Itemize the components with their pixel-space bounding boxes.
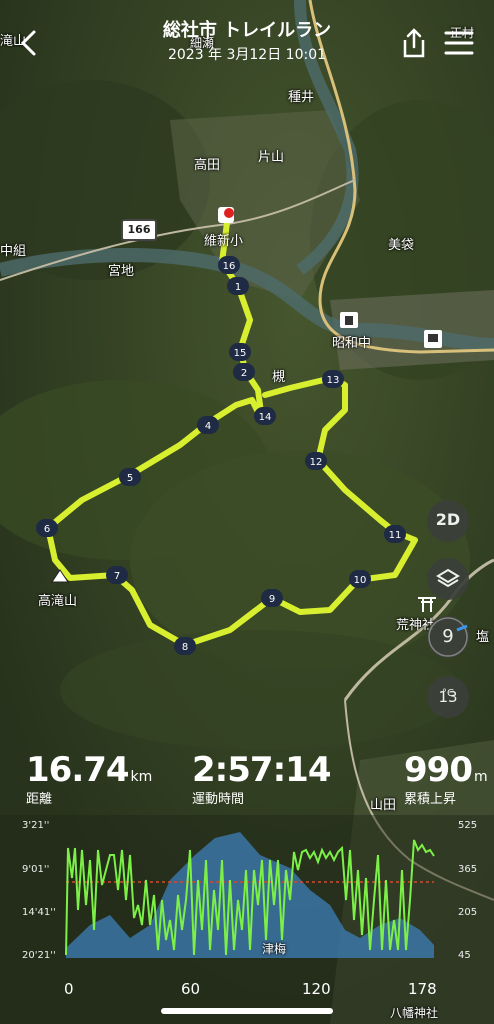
x-axis-tick: 0 (64, 980, 74, 998)
svg-text:15: 15 (234, 348, 247, 359)
svg-text:10: 10 (354, 575, 367, 586)
x-axis-tick: 120 (302, 980, 331, 998)
elevation-stat: 990 m 累積上昇 (404, 750, 488, 810)
elevation-value: 990 (404, 750, 473, 790)
pace-axis-label: 9'01'' (22, 864, 50, 875)
elevation-axis-label: 525 (458, 820, 478, 831)
layers-button[interactable] (427, 558, 469, 600)
elevation-unit: m (473, 769, 488, 785)
road-route-sign: 166 (121, 219, 157, 241)
place-label: 昭和中 (332, 336, 372, 351)
school-icon (340, 312, 358, 328)
svg-text:11: 11 (389, 530, 402, 541)
svg-text:5: 5 (127, 473, 133, 484)
2d-toggle-button[interactable]: 2D (427, 500, 469, 542)
distance-stat: 16.74 km 距離 (26, 750, 152, 810)
elevation-axis-label: 45 (458, 950, 471, 961)
distance-value: 16.74 (26, 750, 130, 790)
elevation-axis-label: 205 (458, 907, 478, 918)
layers-icon (436, 568, 460, 588)
weather-badge: 13 °C (427, 676, 469, 718)
start-flag-icon[interactable] (218, 207, 234, 223)
place-label: 塩 (476, 630, 490, 645)
svg-text:16: 16 (223, 261, 236, 272)
place-label: 高滝山 (38, 594, 78, 609)
svg-text:2: 2 (241, 368, 247, 379)
elevation-label: 累積上昇 (404, 792, 457, 807)
place-label: 宮地 (108, 264, 135, 279)
x-axis-tick: 178 (408, 980, 437, 998)
svg-text:8: 8 (182, 642, 188, 653)
map-label: 津梅 (262, 942, 287, 956)
svg-text:14: 14 (259, 412, 272, 423)
svg-text:7: 7 (114, 571, 120, 582)
svg-text:9: 9 (269, 594, 275, 605)
pace-axis-label: 14'41'' (22, 907, 56, 918)
elevation-axis-label: 365 (458, 864, 478, 875)
place-label: 槻 (272, 370, 286, 385)
back-arrow-icon[interactable] (14, 28, 44, 58)
compass-button[interactable]: 9 (427, 616, 469, 658)
time-value: 2:57:14 (192, 750, 331, 790)
distance-label: 距離 (26, 792, 53, 807)
temperature-unit: °C (442, 688, 454, 699)
header: 総社市 トレイルラン 2023 年 3月12日 10:01 (0, 0, 494, 80)
home-indicator (161, 1008, 333, 1014)
compass-icon (428, 617, 468, 657)
svg-text:4: 4 (205, 421, 211, 432)
place-label: 維新小 (204, 234, 244, 249)
place-label: 美袋 (388, 238, 415, 253)
place-label: 高田 (194, 158, 221, 173)
svg-text:1: 1 (235, 282, 241, 293)
place-label: 中組 (0, 244, 27, 259)
svg-text:12: 12 (310, 457, 323, 468)
place-label: 種井 (288, 90, 315, 105)
svg-text:13: 13 (327, 375, 340, 386)
time-stat: 2:57:14 運動時間 (192, 750, 331, 810)
school-icon (424, 330, 442, 348)
map-label: 八幡神社 (390, 1006, 439, 1020)
pace-axis-label: 3'21'' (22, 820, 50, 831)
time-label: 運動時間 (192, 792, 245, 807)
menu-icon[interactable] (443, 28, 475, 58)
share-icon[interactable] (397, 26, 431, 60)
pace-axis-label: 20'21'' (22, 950, 56, 961)
place-label: 片山 (258, 150, 285, 165)
distance-unit: km (130, 769, 153, 785)
place-label: 山田 (370, 798, 397, 813)
svg-text:6: 6 (44, 524, 50, 535)
x-axis-tick: 60 (181, 980, 201, 998)
mode-label: 2D (435, 510, 461, 529)
